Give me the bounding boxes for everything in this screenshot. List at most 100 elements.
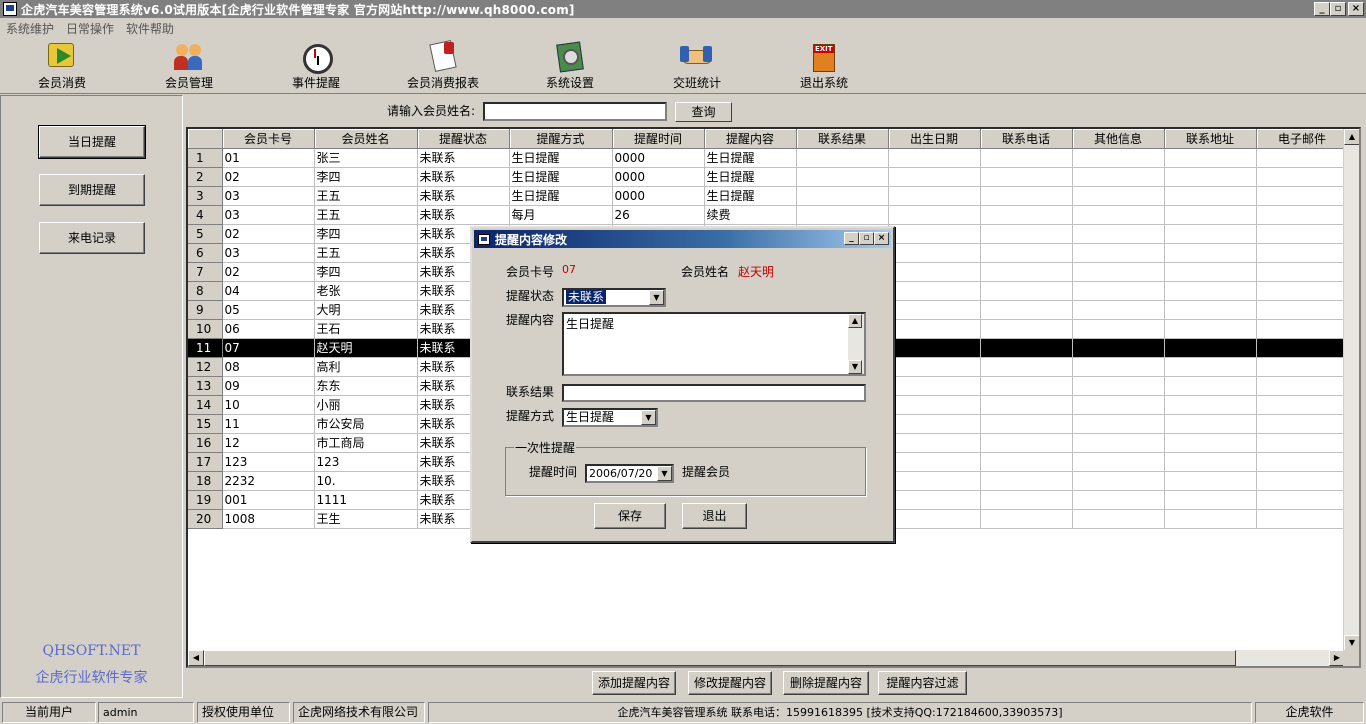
table-cell[interactable] [888,243,981,263]
grid-horizontal-scrollbar[interactable]: ◀ ▶ [188,650,1345,666]
toolbar-event-reminder[interactable]: 事件提醒 [271,40,361,91]
table-cell[interactable]: 02 [222,224,315,244]
table-cell[interactable]: 李四 [314,262,418,282]
table-cell[interactable] [980,471,1073,491]
table-cell[interactable] [1164,167,1257,187]
chevron-down-icon[interactable]: ▼ [657,466,672,481]
row-number[interactable]: 17 [188,452,223,472]
table-cell[interactable] [980,243,1073,263]
table-cell[interactable] [1072,167,1165,187]
table-cell[interactable] [1164,376,1257,396]
result-input[interactable] [562,384,866,402]
row-number[interactable]: 2 [188,167,223,187]
table-cell[interactable]: 07 [222,338,315,358]
table-cell[interactable] [888,186,981,206]
table-cell[interactable] [796,205,889,225]
table-cell[interactable]: 001 [222,490,315,510]
table-cell[interactable] [1256,338,1349,358]
content-textarea[interactable]: 生日提醒 ▲ ▼ [562,312,866,376]
row-number[interactable]: 6 [188,243,223,263]
call-records-button[interactable]: 来电记录 [39,222,145,254]
table-cell[interactable] [980,205,1073,225]
table-cell[interactable]: 生日提醒 [704,167,797,187]
table-cell[interactable] [1164,300,1257,320]
table-cell[interactable] [888,338,981,358]
table-cell[interactable] [980,376,1073,396]
scroll-up-icon[interactable]: ▲ [1344,129,1359,145]
table-cell[interactable] [980,338,1073,358]
table-cell[interactable] [796,148,889,168]
table-cell[interactable] [1164,433,1257,453]
table-cell[interactable] [888,395,981,415]
chevron-down-icon[interactable]: ▼ [641,410,656,425]
table-cell[interactable]: 张三 [314,148,418,168]
table-cell[interactable] [888,433,981,453]
date-picker[interactable]: 2006/07/20 ▼ [585,464,674,483]
table-cell[interactable] [1072,300,1165,320]
table-cell[interactable] [888,357,981,377]
notify-member-label[interactable]: 提醒会员 [682,463,730,480]
table-cell[interactable] [1164,357,1257,377]
column-header[interactable]: 会员姓名 [314,129,418,149]
table-cell[interactable]: 0000 [612,186,705,206]
table-cell[interactable] [796,167,889,187]
column-header[interactable]: 会员卡号 [222,129,315,149]
table-cell[interactable]: 老张 [314,281,418,301]
table-cell[interactable] [980,186,1073,206]
table-cell[interactable] [888,262,981,282]
table-cell[interactable] [1072,452,1165,472]
table-cell[interactable]: 市工商局 [314,433,418,453]
table-cell[interactable]: 生日提醒 [509,186,613,206]
table-cell[interactable] [888,167,981,187]
table-cell[interactable]: 03 [222,243,315,263]
row-number[interactable]: 20 [188,509,223,529]
column-header[interactable]: 提醒内容 [704,129,797,149]
table-cell[interactable] [1072,490,1165,510]
close-button[interactable]: × [1348,2,1364,16]
table-cell[interactable]: 王五 [314,186,418,206]
table-cell[interactable] [1072,186,1165,206]
table-cell[interactable] [1164,414,1257,434]
table-cell[interactable] [1256,205,1349,225]
table-cell[interactable] [888,224,981,244]
row-number[interactable]: 5 [188,224,223,244]
table-cell[interactable] [1164,281,1257,301]
table-cell[interactable] [1072,395,1165,415]
table-cell[interactable] [980,262,1073,282]
table-cell[interactable]: 大明 [314,300,418,320]
table-cell[interactable] [1256,357,1349,377]
table-cell[interactable] [1256,452,1349,472]
table-cell[interactable]: 未联系 [417,148,510,168]
table-cell[interactable] [1164,471,1257,491]
table-cell[interactable] [1256,509,1349,529]
column-header[interactable]: 提醒时间 [612,129,705,149]
dialog-close-button[interactable]: × [874,232,889,245]
table-cell[interactable] [980,357,1073,377]
table-cell[interactable]: 123 [314,452,418,472]
chevron-down-icon[interactable]: ▼ [649,290,664,305]
table-cell[interactable]: 未联系 [417,186,510,206]
row-number[interactable]: 11 [188,338,223,358]
table-cell[interactable]: 未联系 [417,205,510,225]
table-cell[interactable]: 小丽 [314,395,418,415]
table-cell[interactable] [1164,186,1257,206]
table-cell[interactable] [888,319,981,339]
table-cell[interactable]: 高利 [314,357,418,377]
row-number[interactable]: 9 [188,300,223,320]
table-cell[interactable] [980,395,1073,415]
table-cell[interactable]: 王五 [314,243,418,263]
table-cell[interactable] [1072,281,1165,301]
scroll-thumb[interactable] [204,650,1236,666]
table-cell[interactable] [1164,205,1257,225]
table-cell[interactable] [1256,433,1349,453]
query-button[interactable]: 查询 [675,102,732,122]
table-row[interactable]: 1 01 张三 未联系 生日提醒 0000 生日提醒 [188,148,1349,168]
table-cell[interactable]: 02 [222,167,315,187]
table-cell[interactable]: 05 [222,300,315,320]
table-cell[interactable]: 08 [222,357,315,377]
table-cell[interactable]: 李四 [314,167,418,187]
table-cell[interactable] [1164,319,1257,339]
table-cell[interactable] [1256,243,1349,263]
table-cell[interactable]: 06 [222,319,315,339]
table-cell[interactable] [1072,509,1165,529]
